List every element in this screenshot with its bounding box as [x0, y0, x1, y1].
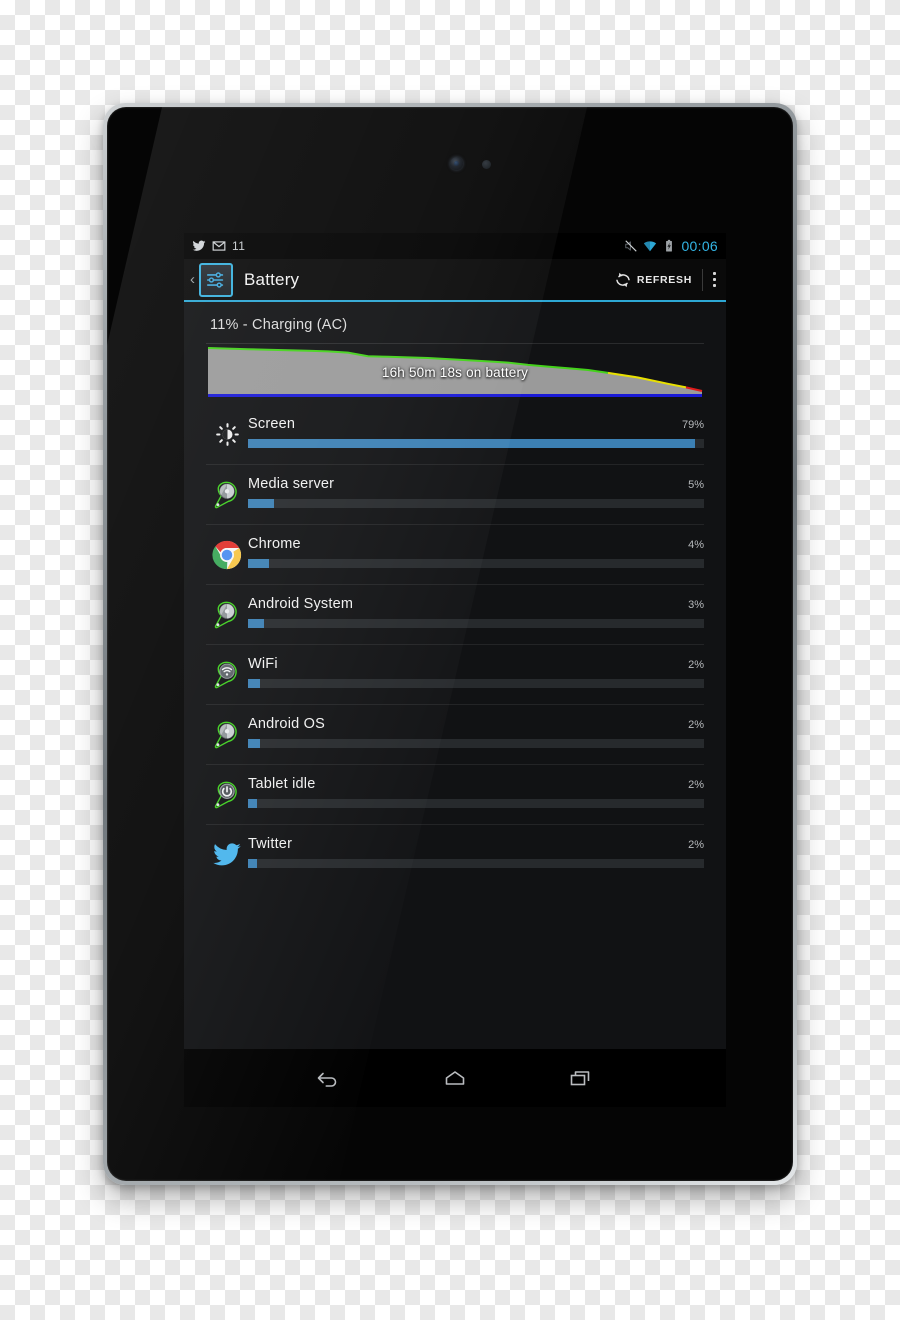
usage-track: [248, 559, 704, 568]
row-body: WiFi 2%: [248, 645, 704, 688]
table-row[interactable]: WiFi 2%: [206, 645, 704, 705]
usage-track: [248, 439, 704, 448]
notification-count: 11: [232, 239, 246, 253]
usage-fill: [248, 859, 258, 868]
app-usage-list: Screen 79% Media server 5% Chrome 4% And…: [206, 405, 704, 884]
row-body: Media server 5%: [248, 465, 704, 508]
wifi-drop-icon: [206, 645, 248, 704]
usage-track: [248, 799, 704, 808]
row-header: WiFi 2%: [248, 656, 704, 672]
battery-history-chart[interactable]: 16h 50m 18s on battery: [206, 343, 704, 399]
usage-track: [248, 679, 704, 688]
table-row[interactable]: Media server 5%: [206, 465, 704, 525]
refresh-label: REFRESH: [636, 273, 692, 286]
app-percent: 3%: [688, 599, 704, 611]
usage-fill: [248, 679, 260, 688]
front-camera-icon: [450, 157, 463, 170]
action-bar-divider: [702, 268, 703, 291]
action-bar: ‹ Battery REFRESH: [184, 259, 726, 302]
android-robot-icon: [206, 585, 248, 644]
table-row[interactable]: Chrome 4%: [206, 525, 704, 585]
screen: 11 00:06 ‹ Battery REFRESH 11% - Chargin…: [184, 233, 726, 1049]
battery-content: 11% - Charging (AC) 16h 50m 18s on batte…: [184, 302, 726, 1049]
twitter-icon: [192, 240, 206, 251]
device-bezel: 11 00:06 ‹ Battery REFRESH 11% - Chargin…: [107, 107, 793, 1181]
page-title: Battery: [244, 269, 300, 289]
app-name: Android System: [248, 596, 354, 612]
app-name: Tablet idle: [248, 776, 316, 792]
brightness-icon: [206, 405, 248, 464]
row-header: Media server 5%: [248, 476, 704, 492]
table-row[interactable]: Screen 79%: [206, 405, 704, 465]
tablet-device: 11 00:06 ‹ Battery REFRESH 11% - Chargin…: [103, 103, 797, 1185]
status-bar-clock: 00:06: [681, 238, 718, 254]
ambient-light-sensor-icon: [482, 160, 491, 169]
table-row[interactable]: Android System 3%: [206, 585, 704, 645]
app-name: Android OS: [248, 716, 325, 732]
table-row[interactable]: Tablet idle 2%: [206, 765, 704, 825]
battery-status-text: 11% - Charging (AC): [210, 317, 348, 333]
app-percent: 2%: [688, 719, 704, 731]
table-row[interactable]: Android OS 2%: [206, 705, 704, 765]
status-bar-system-icons: 00:06: [624, 238, 718, 254]
row-header: Android OS 2%: [248, 716, 704, 732]
row-body: Screen 79%: [248, 405, 704, 448]
row-body: Android System 3%: [248, 585, 704, 628]
usage-fill: [248, 739, 260, 748]
battery-charging-icon: [666, 239, 673, 252]
recents-icon[interactable]: [561, 1061, 601, 1095]
up-navigation-button[interactable]: ‹: [190, 272, 195, 287]
refresh-icon: [616, 272, 630, 287]
chrome-icon: [206, 525, 248, 584]
twitter-icon: [206, 825, 248, 884]
row-header: Screen 79%: [248, 416, 704, 432]
usage-fill: [248, 559, 269, 568]
battery-duration-label: 16h 50m 18s on battery: [381, 365, 529, 380]
row-header: Chrome 4%: [248, 536, 704, 552]
overflow-menu-icon[interactable]: [705, 272, 726, 287]
usage-track: [248, 499, 704, 508]
usage-fill: [248, 619, 264, 628]
status-bar-notifications: 11: [192, 239, 245, 253]
row-body: Android OS 2%: [248, 705, 704, 748]
table-row[interactable]: Twitter 2%: [206, 825, 704, 884]
app-percent: 2%: [688, 779, 704, 791]
row-body: Chrome 4%: [248, 525, 704, 568]
row-header: Android System 3%: [248, 596, 704, 612]
action-bar-actions: REFRESH: [606, 259, 726, 300]
usage-fill: [248, 799, 258, 808]
android-robot-icon: [206, 705, 248, 764]
power-icon: [206, 765, 248, 824]
app-percent: 2%: [688, 659, 704, 671]
gmail-icon: [212, 241, 226, 251]
home-icon[interactable]: [435, 1061, 475, 1095]
back-icon[interactable]: [309, 1061, 349, 1095]
app-name: Media server: [248, 476, 335, 492]
android-robot-icon: [206, 465, 248, 524]
mute-icon: [625, 240, 638, 252]
app-name: Twitter: [248, 836, 293, 852]
app-percent: 2%: [688, 839, 704, 851]
row-body: Twitter 2%: [248, 825, 704, 868]
usage-track: [248, 859, 704, 868]
usage-fill: [248, 439, 695, 448]
app-name: Chrome: [248, 536, 301, 552]
navigation-bar: [184, 1049, 726, 1107]
app-name: Screen: [248, 416, 296, 432]
usage-track: [248, 739, 704, 748]
usage-fill: [248, 499, 274, 508]
refresh-button[interactable]: REFRESH: [606, 271, 700, 289]
chart-baseline: [208, 394, 702, 397]
wifi-icon: [644, 241, 657, 252]
app-percent: 4%: [688, 539, 704, 551]
row-header: Tablet idle 2%: [248, 776, 704, 792]
settings-sliders-icon[interactable]: [199, 262, 233, 297]
app-name: WiFi: [248, 656, 278, 672]
app-percent: 79%: [681, 419, 704, 431]
app-percent: 5%: [688, 479, 704, 491]
row-header: Twitter 2%: [248, 836, 704, 852]
usage-track: [248, 619, 704, 628]
status-bar: 11 00:06: [184, 233, 726, 259]
row-body: Tablet idle 2%: [248, 765, 704, 808]
